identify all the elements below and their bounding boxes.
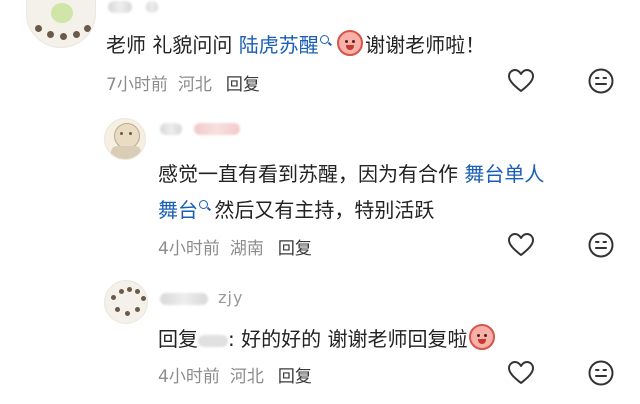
timestamp: 4小时前 <box>158 239 220 259</box>
heart-icon[interactable] <box>506 66 536 96</box>
author-name[interactable] <box>160 118 241 137</box>
location: 河北 <box>177 75 212 95</box>
smiley-icon[interactable] <box>586 230 616 260</box>
comment-text: 回复: 好的好的 谢谢老师回复啦 <box>158 322 497 356</box>
smiley-icon[interactable] <box>586 358 616 388</box>
comment-3: zjy 回复: 好的好的 谢谢老师回复啦 4小时前 河北 回复 <box>0 270 640 404</box>
comment-meta: 4小时前 湖南 回复 <box>158 234 312 259</box>
heart-icon[interactable] <box>506 358 536 388</box>
location: 湖南 <box>229 239 264 259</box>
reply-button[interactable]: 回复 <box>278 239 312 259</box>
topic-link[interactable]: 陆虎苏醒 <box>239 33 319 57</box>
avatar[interactable] <box>104 280 148 324</box>
comment-meta: 7小时前 河北 回复 <box>106 70 260 95</box>
blushing-face-emoji <box>469 324 496 350</box>
location: 河北 <box>229 367 264 387</box>
comment-text: 感觉一直有看到苏醒，因为有合作 舞台单人 舞台 然后又有主持，特别活跃 <box>158 162 545 222</box>
reply-prefix: 回复 <box>158 327 198 351</box>
reply-button[interactable]: 回复 <box>226 75 260 95</box>
comment-text: 老师 礼貌问问 陆虎苏醒 谢谢老师啦！ <box>106 28 485 62</box>
blushing-face-emoji <box>337 30 364 56</box>
comment-meta: 4小时前 河北 回复 <box>158 362 312 387</box>
author-name[interactable]: zjy <box>160 288 243 307</box>
topic-link[interactable]: 舞台单人 <box>464 162 544 186</box>
smiley-icon[interactable] <box>586 66 616 96</box>
comment-2: 感觉一直有看到苏醒，因为有合作 舞台单人 舞台 然后又有主持，特别活跃 4小时前… <box>0 104 640 264</box>
reply-button[interactable]: 回复 <box>278 367 312 387</box>
comment-1: 老师 礼貌问问 陆虎苏醒 谢谢老师啦！ 7小时前 河北 回复 <box>0 0 640 104</box>
author-name[interactable] <box>108 0 159 15</box>
search-icon <box>319 35 329 44</box>
topic-link[interactable]: 舞台 <box>158 198 198 222</box>
avatar[interactable] <box>26 0 96 48</box>
timestamp: 4小时前 <box>158 367 220 387</box>
search-icon <box>199 200 208 209</box>
timestamp: 7小时前 <box>106 75 168 95</box>
avatar[interactable] <box>104 118 146 160</box>
heart-icon[interactable] <box>506 230 536 260</box>
